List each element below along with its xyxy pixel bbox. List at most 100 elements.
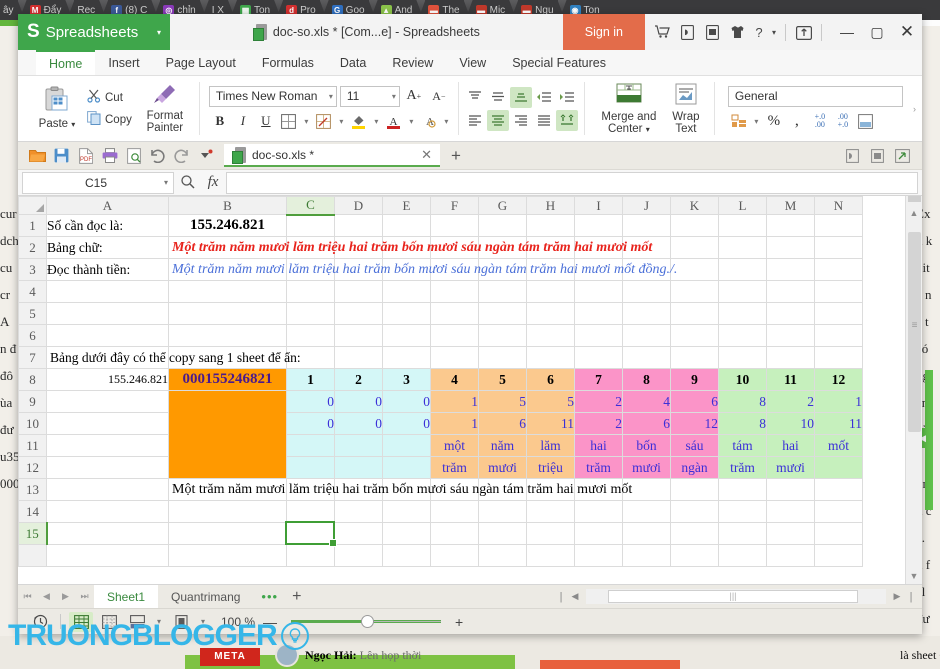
column-header-G[interactable]: G	[478, 196, 527, 215]
cell-H6[interactable]	[526, 324, 575, 347]
cell-K9[interactable]: 6	[670, 390, 719, 413]
select-all-corner[interactable]	[18, 196, 47, 215]
formula-input[interactable]	[226, 171, 918, 194]
column-header-D[interactable]: D	[334, 196, 383, 215]
cell-A10[interactable]	[46, 412, 169, 435]
cell-H14[interactable]	[526, 500, 575, 523]
tab-view[interactable]: View	[446, 50, 499, 75]
format-painter-button[interactable]: Format Painter	[137, 79, 193, 138]
cell-K5[interactable]	[670, 302, 719, 325]
tab-special-features[interactable]: Special Features	[499, 50, 619, 75]
hscroll-track[interactable]	[586, 589, 886, 604]
cell-L11[interactable]: tám	[718, 434, 767, 457]
row-header-12[interactable]: 12	[18, 456, 47, 479]
accounting-chevron-down-icon[interactable]: ▾	[751, 111, 762, 132]
minimize-button[interactable]: —	[832, 14, 862, 50]
merge-and-center-button[interactable]: Merge and Center ▾	[594, 79, 664, 138]
cell-J10[interactable]: 6	[622, 412, 671, 435]
cell-D7[interactable]	[334, 346, 383, 369]
cell-M8[interactable]: 11	[766, 368, 815, 391]
cell-L6[interactable]	[718, 324, 767, 347]
cell-F5[interactable]	[430, 302, 479, 325]
cell-I1[interactable]	[574, 214, 623, 237]
cell-B3[interactable]: Một trăm năm mươi lăm triệu hai trăm bốn…	[168, 258, 677, 281]
last-sheet-icon[interactable]: ⏭	[75, 585, 94, 608]
decrease-indent-button[interactable]	[533, 87, 555, 108]
cell-K15[interactable]	[670, 522, 719, 545]
column-header-K[interactable]: K	[670, 196, 719, 215]
row-header-2[interactable]: 2	[18, 236, 47, 259]
cell-A7[interactable]: Bảng dưới đây có thể copy sang 1 sheet đ…	[46, 346, 301, 369]
fill-color-button[interactable]	[348, 111, 370, 132]
column-header-B[interactable]: B	[168, 196, 287, 215]
cell-A4[interactable]	[46, 280, 169, 303]
cell-J4[interactable]	[622, 280, 671, 303]
row-header-8[interactable]: 8	[18, 368, 47, 391]
cell-D14[interactable]	[334, 500, 383, 523]
cell-N15[interactable]	[814, 522, 863, 545]
first-sheet-icon[interactable]: ⏮	[18, 585, 37, 608]
cell-M3[interactable]	[766, 258, 815, 281]
cell-style-button[interactable]	[313, 111, 335, 132]
cell-I6[interactable]	[574, 324, 623, 347]
borders-button[interactable]	[278, 111, 300, 132]
cell-L3[interactable]	[718, 258, 767, 281]
cell-M5[interactable]	[766, 302, 815, 325]
column-header-C[interactable]: C	[286, 196, 335, 216]
cell-F1[interactable]	[430, 214, 479, 237]
borders-chevron-down-icon[interactable]: ▾	[301, 111, 312, 132]
cart-icon[interactable]	[651, 21, 674, 44]
cell-I11[interactable]: hai	[574, 434, 623, 457]
cell-N16[interactable]	[814, 544, 863, 567]
cell-A5[interactable]	[46, 302, 169, 325]
cell-K3[interactable]	[670, 258, 719, 281]
hscroll-left-icon[interactable]: ◀	[568, 591, 582, 602]
cell-M11[interactable]: hai	[766, 434, 815, 457]
cell-H10[interactable]: 11	[526, 412, 575, 435]
cell-C9[interactable]: 0	[286, 390, 335, 413]
cell-E8[interactable]: 3	[382, 368, 431, 391]
underline-button[interactable]: U	[255, 111, 277, 132]
cell-C8[interactable]: 1	[286, 368, 335, 391]
cell-B5[interactable]	[168, 302, 287, 325]
cell-N13[interactable]	[814, 478, 863, 501]
sheet-tab-sheet1[interactable]: Sheet1	[94, 585, 159, 608]
cell-A15[interactable]	[46, 522, 169, 545]
cell-G1[interactable]	[478, 214, 527, 237]
hscroll-right-icon[interactable]: ▶	[890, 591, 904, 602]
cell-H5[interactable]	[526, 302, 575, 325]
cell-F4[interactable]	[430, 280, 479, 303]
name-box[interactable]: C15 ▾	[22, 171, 174, 194]
cell-A8[interactable]: 155.246.821	[46, 368, 169, 391]
cell-D8[interactable]: 2	[334, 368, 383, 391]
bold-button[interactable]: B	[209, 111, 231, 132]
cell-I5[interactable]	[574, 302, 623, 325]
align-bottom-button[interactable]	[509, 86, 532, 108]
cell-B4[interactable]	[168, 280, 287, 303]
cell-I14[interactable]	[574, 500, 623, 523]
column-header-E[interactable]: E	[382, 196, 431, 215]
cell-K10[interactable]: 12	[670, 412, 719, 435]
cell-C11[interactable]	[286, 434, 335, 457]
print-icon[interactable]	[98, 144, 121, 167]
open-icon[interactable]	[26, 144, 49, 167]
cell-B1[interactable]: 155.246.821	[168, 214, 287, 237]
cell-D9[interactable]: 0	[334, 390, 383, 413]
cell-F14[interactable]	[430, 500, 479, 523]
cell-J5[interactable]	[622, 302, 671, 325]
cell-style-chevron-down-icon[interactable]: ▾	[336, 111, 347, 132]
cell-L13[interactable]	[718, 478, 767, 501]
horizontal-scrollbar[interactable]: | ◀ ▶ |	[307, 585, 922, 608]
cell-G11[interactable]: năm	[478, 434, 527, 457]
fx-icon[interactable]: fx	[200, 174, 226, 191]
cell-K16[interactable]	[670, 544, 719, 567]
cell-L16[interactable]	[718, 544, 767, 567]
cell-N11[interactable]: mốt	[814, 434, 863, 457]
copy-button[interactable]: Copy	[82, 109, 137, 130]
cell-J16[interactable]	[622, 544, 671, 567]
cell-N9[interactable]: 1	[814, 390, 863, 413]
cell-M12[interactable]: mươi	[766, 456, 815, 479]
cell-M4[interactable]	[766, 280, 815, 303]
column-header-I[interactable]: I	[574, 196, 623, 215]
font-size-select[interactable]: 11 ▾	[339, 85, 400, 107]
